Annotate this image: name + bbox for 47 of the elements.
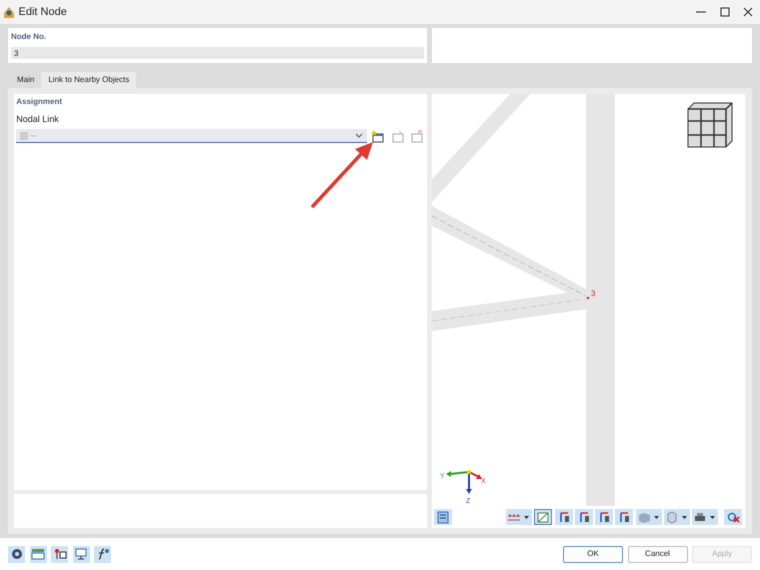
section-title: Assignment [16, 96, 64, 108]
render-icon [636, 510, 660, 524]
display-settings-button[interactable] [72, 546, 90, 562]
close-icon[interactable] [743, 7, 754, 17]
view-minus-z-button[interactable] [615, 509, 634, 525]
app-icon [2, 5, 16, 19]
formula-button[interactable] [94, 546, 111, 562]
units-icon [31, 547, 45, 561]
tab[interactable]: Link to Nearby Objects [41, 72, 136, 88]
new-item-icon [370, 129, 386, 143]
reset-view-button[interactable] [724, 509, 742, 525]
field-label: Node No. [11, 31, 48, 43]
object-list-icon [52, 547, 66, 561]
view-settings-icon [436, 510, 450, 524]
color-swatch [20, 132, 28, 140]
box-view-icon [664, 510, 689, 524]
view-cube-icon[interactable] [686, 102, 732, 148]
dropdown-value: -- [30, 130, 36, 142]
print-icon [693, 510, 717, 524]
new-item-button[interactable] [369, 128, 386, 144]
maximize-icon[interactable] [720, 7, 730, 17]
units-button[interactable] [30, 546, 46, 562]
display-icon [536, 510, 550, 524]
view-x-button[interactable] [554, 509, 572, 525]
view-minus-y-button[interactable] [574, 509, 593, 525]
dialog-button[interactable]: Cancel [628, 546, 688, 562]
caret-icon [355, 133, 363, 138]
dialog-button[interactable]: OK [563, 546, 623, 562]
display-settings-icon [74, 547, 88, 561]
print-button[interactable] [692, 509, 718, 525]
node-label: 3 [590, 289, 595, 298]
delete-item-icon [408, 129, 424, 143]
reset-view-icon [726, 510, 740, 524]
window-title: Edit Node [18, 4, 67, 20]
node-number-field[interactable]: 3 [11, 47, 424, 59]
help-button[interactable] [8, 546, 25, 562]
view-z-button[interactable] [595, 509, 613, 525]
node-point[interactable] [586, 296, 589, 300]
field-label: Nodal Link [16, 112, 60, 126]
view-settings-button[interactable] [434, 509, 452, 525]
display-button[interactable] [534, 509, 552, 525]
grid-button[interactable] [506, 509, 532, 525]
edit-item-icon [390, 129, 404, 143]
pointer-arrow [311, 142, 373, 208]
object-list-button[interactable] [51, 546, 68, 562]
help-icon [10, 547, 24, 561]
axis-triad-icon [446, 470, 482, 494]
